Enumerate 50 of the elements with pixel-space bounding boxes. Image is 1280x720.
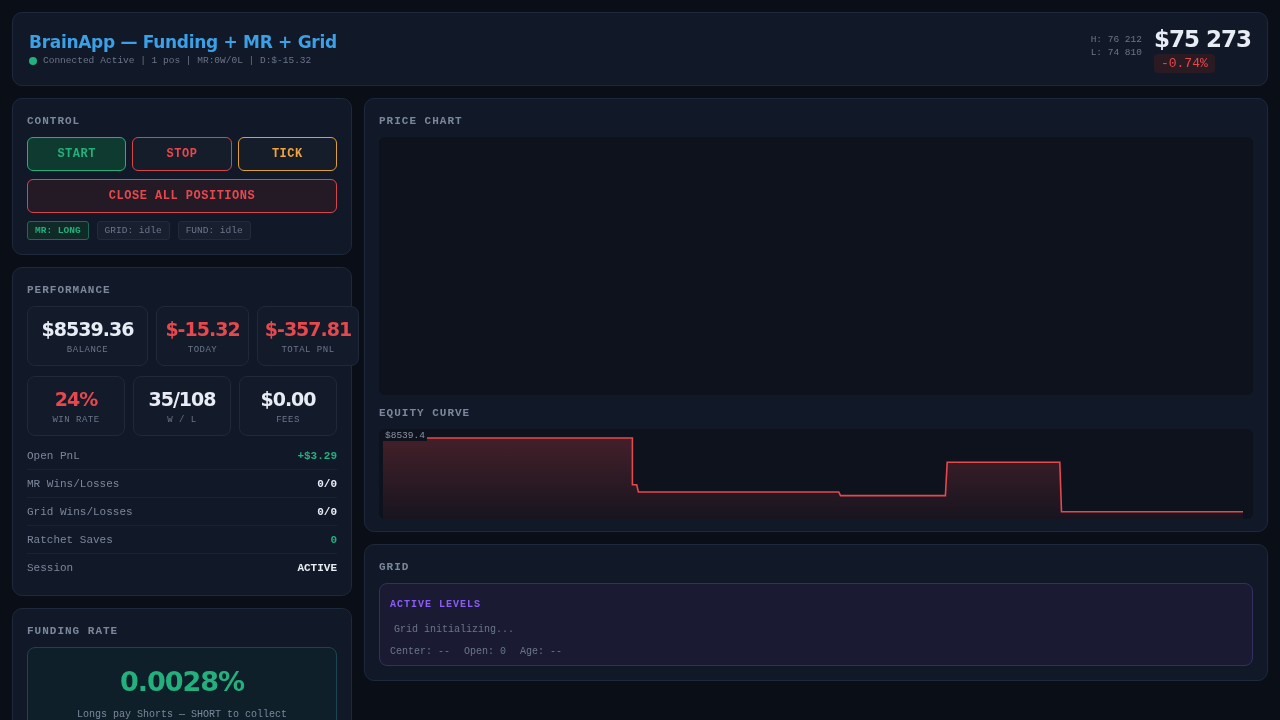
stat-value: 35/108 — [148, 387, 216, 410]
stat-value: $8539.36 — [41, 317, 134, 340]
metric-label: Grid Wins/Losses — [27, 505, 133, 518]
close-all-button[interactable]: CLOSE ALL POSITIONS — [27, 179, 337, 213]
app-title: BrainApp — Funding + MR + Grid — [29, 32, 337, 52]
status-tag: MR: LONG — [27, 221, 89, 240]
stop-button[interactable]: STOP — [132, 137, 232, 171]
panel-title: FUNDING RATE — [27, 625, 120, 637]
stat-label: W / L — [167, 414, 197, 425]
panel-title: PRICE CHART — [379, 115, 464, 127]
stat-value: $-15.32 — [165, 317, 240, 340]
grid-open: Open: 0 — [464, 646, 507, 657]
stat-label: BALANCE — [66, 344, 109, 355]
metric-label: Open PnL — [27, 449, 80, 462]
grid-message: Grid initializing... — [394, 624, 516, 635]
stat-value: $-357.81 — [264, 317, 352, 340]
metric-value: 0/0 — [317, 477, 337, 490]
stat-label: TOTAL PNL — [281, 344, 335, 355]
status-line: Active | 1 pos | MR:0W/0L | D:$-15.32 — [100, 55, 312, 66]
panel-title: GRID — [379, 561, 411, 573]
metric-label: Ratchet Saves — [27, 533, 113, 546]
equity-max-label: $8539.4 — [383, 430, 427, 441]
stat-label: FEES — [276, 414, 300, 425]
low-price: L: 74 810 — [1090, 45, 1142, 59]
grid-age: Age: -- — [520, 646, 563, 657]
grid-center: Center: -- — [390, 646, 450, 657]
stat-label: TODAY — [187, 344, 218, 355]
stat-label: WIN RATE — [52, 414, 100, 425]
metric-value: ACTIVE — [297, 561, 337, 574]
stat-value: 24% — [54, 387, 98, 410]
start-button[interactable]: START — [27, 137, 127, 171]
high-price: H: 76 212 — [1090, 32, 1142, 46]
status-tag: FUND: idle — [177, 221, 251, 240]
panel-title: EQUITY CURVE — [379, 407, 472, 419]
funding-rate: 0.0028% — [119, 666, 245, 697]
panel-title: CONTROL — [27, 115, 82, 127]
panel-title: PERFORMANCE — [27, 284, 112, 296]
levels-title: ACTIVE LEVELS — [390, 599, 481, 610]
metric-label: MR Wins/Losses — [27, 477, 120, 490]
connection-status: Connected — [43, 55, 95, 66]
status-tag: GRID: idle — [96, 221, 170, 240]
metric-value: +$3.29 — [297, 449, 337, 462]
price-change-badge: -0.74% — [1153, 53, 1215, 73]
metric-value: 0 — [330, 533, 337, 546]
current-price: $75 273 — [1153, 25, 1251, 52]
tick-button[interactable]: TICK — [237, 137, 337, 171]
metric-label: Session — [27, 561, 74, 574]
metric-value: 0/0 — [317, 505, 337, 518]
funding-note: Longs pay Shorts — SHORT to collect — [76, 709, 287, 720]
stat-value: $0.00 — [260, 387, 316, 410]
